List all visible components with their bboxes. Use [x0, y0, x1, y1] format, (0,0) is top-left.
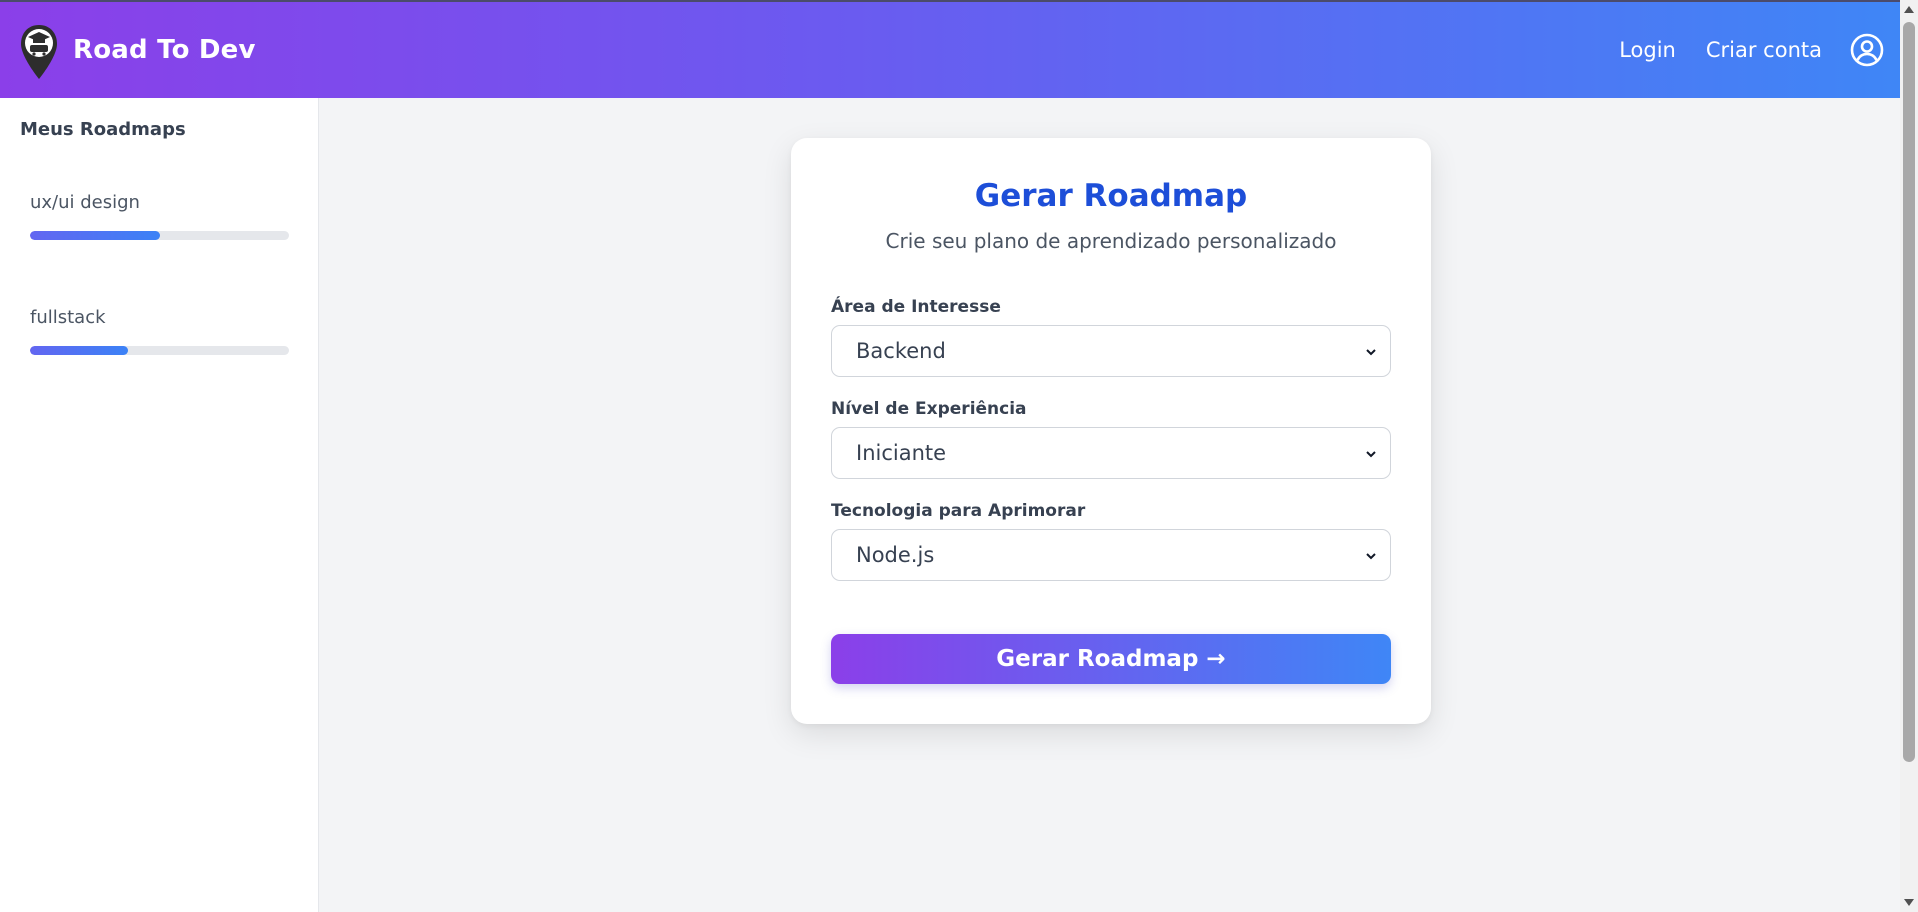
- user-circle-icon[interactable]: [1850, 33, 1884, 67]
- field-area-interesse: Área de Interesse Backend: [831, 297, 1391, 377]
- brand[interactable]: Road To Dev: [19, 19, 256, 81]
- select-value: Iniciante: [856, 441, 947, 465]
- select-value: Backend: [856, 339, 946, 363]
- roadmap-label: fullstack: [30, 307, 106, 328]
- roadmap-label: ux/ui design: [30, 192, 140, 213]
- generate-roadmap-button[interactable]: Gerar Roadmap →: [831, 634, 1391, 684]
- progress-bar: [30, 231, 289, 240]
- sidebar-item-ux-ui-design[interactable]: ux/ui design: [30, 192, 289, 240]
- sidebar-item-fullstack[interactable]: fullstack: [30, 307, 289, 355]
- level-select[interactable]: Iniciante: [831, 427, 1391, 479]
- field-label: Nível de Experiência: [831, 399, 1027, 419]
- page-scrollbar[interactable]: [1900, 0, 1918, 912]
- chevron-down-icon: [1366, 553, 1376, 560]
- form-title: Gerar Roadmap: [974, 178, 1248, 214]
- field-label: Área de Interesse: [831, 297, 1001, 317]
- progress-bar: [30, 346, 289, 355]
- field-tecnologia: Tecnologia para Aprimorar Node.js: [831, 501, 1391, 581]
- sidebar: Meus Roadmaps ux/ui design fullstack: [0, 98, 319, 912]
- top-header: Road To Dev Login Criar conta: [0, 0, 1900, 98]
- form-subtitle: Crie seu plano de aprendizado personaliz…: [885, 229, 1337, 253]
- chevron-down-icon: [1366, 451, 1376, 458]
- login-link[interactable]: Login: [1619, 38, 1676, 62]
- chevron-down-icon: [1366, 349, 1376, 356]
- scrollbar-thumb[interactable]: [1903, 22, 1915, 762]
- field-label: Tecnologia para Aprimorar: [831, 501, 1086, 521]
- sidebar-title: Meus Roadmaps: [20, 119, 186, 140]
- top-nav: Login Criar conta: [1589, 33, 1884, 67]
- signup-link[interactable]: Criar conta: [1706, 38, 1822, 62]
- roadmap-form-card: Gerar Roadmap Crie seu plano de aprendiz…: [791, 138, 1431, 724]
- scroll-down-icon[interactable]: [1904, 899, 1914, 906]
- technology-select[interactable]: Node.js: [831, 529, 1391, 581]
- brand-name: Road To Dev: [73, 35, 256, 65]
- area-select[interactable]: Backend: [831, 325, 1391, 377]
- select-value: Node.js: [856, 543, 935, 567]
- logo-icon: [21, 25, 57, 79]
- progress-fill: [30, 231, 160, 240]
- scroll-up-icon[interactable]: [1904, 6, 1914, 13]
- progress-fill: [30, 346, 129, 355]
- field-nivel-experiencia: Nível de Experiência Iniciante: [831, 399, 1391, 479]
